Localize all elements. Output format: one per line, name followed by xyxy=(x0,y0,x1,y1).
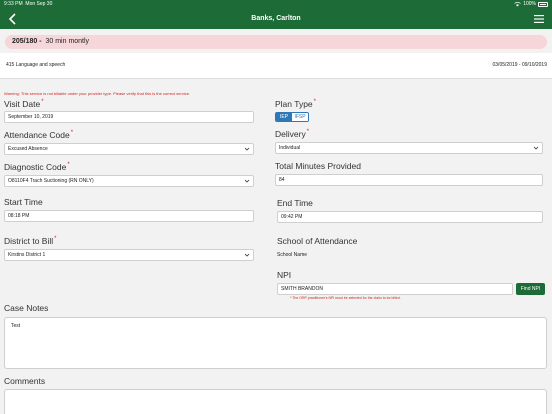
visit-date-label: Visit Date* xyxy=(4,99,44,109)
service-code: 415 Language and speech xyxy=(6,62,66,68)
delivery-select[interactable]: Individual xyxy=(275,142,543,154)
attendance-code-label: Attendance Code* xyxy=(4,130,74,140)
plan-type-ifsp[interactable]: IFSP xyxy=(292,113,308,121)
attendance-code-select[interactable]: Excused Absence xyxy=(4,143,254,155)
end-time-label: End Time xyxy=(277,198,313,208)
start-time-field[interactable]: 08:18 PM xyxy=(4,210,254,222)
status-time: 9:33 PM Mon Sep 30 xyxy=(4,1,53,7)
find-npi-button[interactable]: Find NPI xyxy=(516,283,545,295)
chevron-down-icon xyxy=(244,253,250,257)
service-row: 415 Language and speech 03/05/2019 - 09/… xyxy=(0,53,552,79)
plan-type-iep[interactable]: IEP xyxy=(276,113,292,121)
plan-type-label: Plan Type* xyxy=(275,99,316,109)
case-notes-label: Case Notes xyxy=(4,303,49,313)
npi-hint: * The ORP practitioner's NPI must be sel… xyxy=(290,296,401,300)
banner-code: 205/180 - xyxy=(12,38,42,45)
comments-textarea[interactable] xyxy=(4,389,547,414)
diagnostic-code-label: Diagnostic Code* xyxy=(4,162,70,172)
battery-percent: 100% xyxy=(523,1,536,7)
total-minutes-label: Total Minutes Provided xyxy=(275,161,361,171)
district-select[interactable]: Kirstins District 1 xyxy=(4,249,254,261)
start-time-label: Start Time xyxy=(4,197,43,207)
school-label: School of Attendance xyxy=(277,236,358,246)
case-notes-textarea[interactable]: Test xyxy=(4,317,547,369)
page-title: Banks, Carlton xyxy=(251,15,301,22)
npi-label: NPI xyxy=(277,270,292,280)
npi-field[interactable]: SMITH BRANDON xyxy=(277,283,513,295)
visit-date-field[interactable]: September 10, 2019 xyxy=(4,111,254,123)
hamburger-menu-icon[interactable] xyxy=(534,14,544,24)
comments-label: Comments xyxy=(4,376,46,386)
school-value: School Name xyxy=(277,252,308,258)
service-date-range: 03/05/2019 - 09/10/2019 xyxy=(492,62,548,68)
service-banner: 205/180 - 30 min montly xyxy=(5,35,547,49)
battery-icon xyxy=(538,2,548,7)
delivery-label: Delivery* xyxy=(275,129,310,139)
status-right: 100% xyxy=(514,0,548,9)
banner-text: 30 min montly xyxy=(45,38,90,45)
total-minutes-field[interactable]: 84 xyxy=(275,174,543,186)
end-time-field[interactable]: 09:42 PM xyxy=(277,211,543,223)
chevron-down-icon xyxy=(533,146,539,150)
billing-warning: Warning: This service is not billable un… xyxy=(4,91,191,96)
nav-bar: Banks, Carlton xyxy=(0,9,552,29)
chevron-down-icon xyxy=(244,179,250,183)
diagnostic-code-select[interactable]: O8110F4 Trach Suctioning (RN ONLY) xyxy=(4,175,254,187)
plan-type-toggle: IEP IFSP xyxy=(275,112,309,122)
chevron-down-icon xyxy=(244,147,250,151)
status-bar: 9:33 PM Mon Sep 30 100% xyxy=(0,0,552,9)
wifi-icon xyxy=(514,2,521,7)
district-label: District to Bill* xyxy=(4,236,57,246)
